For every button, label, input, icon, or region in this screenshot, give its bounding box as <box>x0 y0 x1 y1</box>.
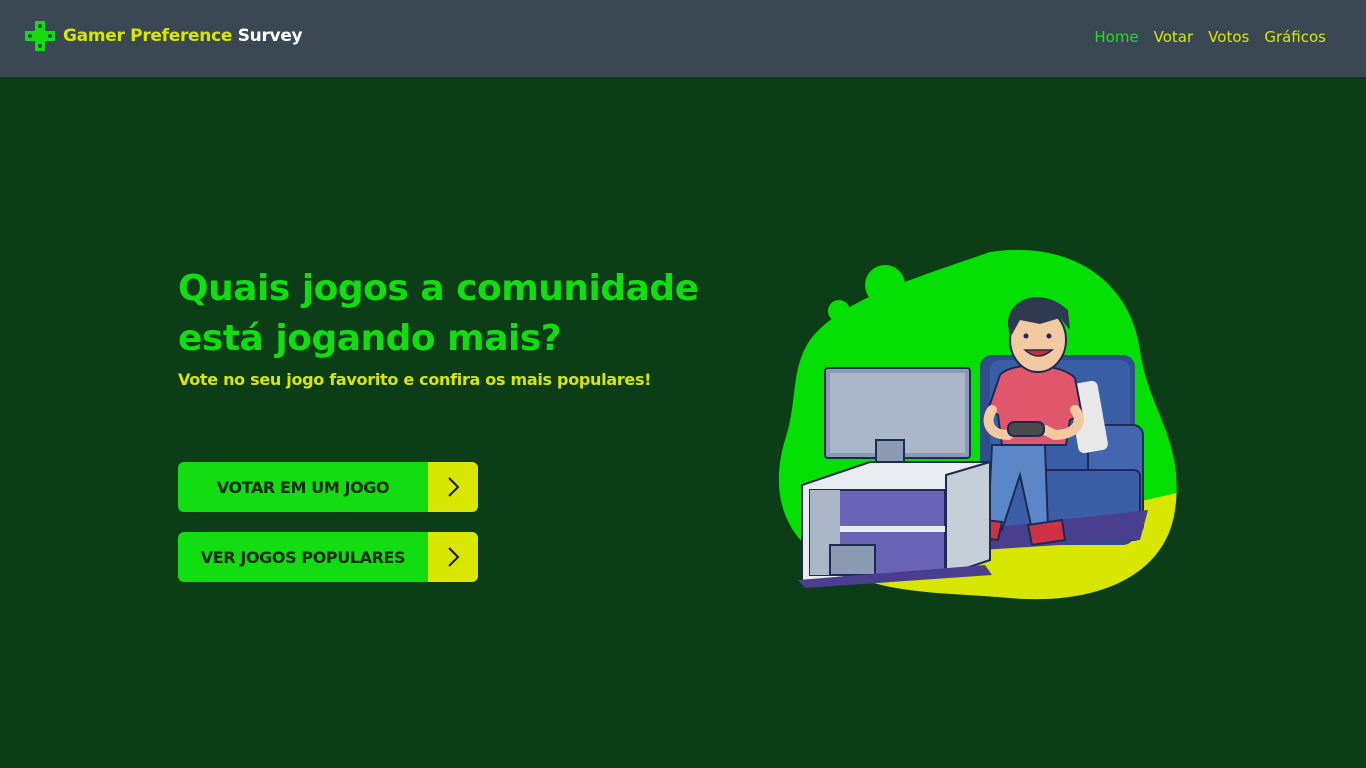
chevron-right-icon <box>428 532 478 582</box>
hero-subheadline: Vote no seu jogo favorito e confira os m… <box>178 370 652 389</box>
top-navbar: Gamer Preference Survey Home Votar Votos… <box>0 0 1366 77</box>
vote-game-button-label: VOTAR EM UM JOGO <box>216 477 390 497</box>
hero-headline: Quais jogos a comunidade está jogando ma… <box>178 264 738 364</box>
brand-title-part2: Survey <box>237 26 303 46</box>
nav-link-votos[interactable]: Votos <box>1208 28 1249 46</box>
chevron-right-icon <box>428 462 478 512</box>
nav-link-votar[interactable]: Votar <box>1154 28 1194 46</box>
nav-link-graficos[interactable]: Gráficos <box>1264 28 1326 46</box>
popular-games-button-label: VER JOGOS POPULARES <box>200 547 406 567</box>
vote-game-button[interactable]: VOTAR EM UM JOGO <box>178 462 478 512</box>
hero-text: Quais jogos a comunidade está jogando ma… <box>178 264 738 389</box>
brand-title-part1: Gamer Preference <box>63 26 233 46</box>
popular-games-button[interactable]: VER JOGOS POPULARES <box>178 532 478 582</box>
hero-headline-line2: está jogando mais? <box>178 318 562 359</box>
main-nav: Home Votar Votos Gráficos <box>1094 28 1326 46</box>
hero-headline-line1: Quais jogos a comunidade <box>178 268 699 309</box>
nav-link-home[interactable]: Home <box>1094 28 1138 46</box>
gamer-on-couch-illustration <box>778 249 1177 600</box>
brand-title: Gamer Preference Survey <box>63 26 303 46</box>
brand[interactable]: Gamer Preference Survey <box>24 20 303 52</box>
gamepad-cross-icon <box>25 21 55 51</box>
